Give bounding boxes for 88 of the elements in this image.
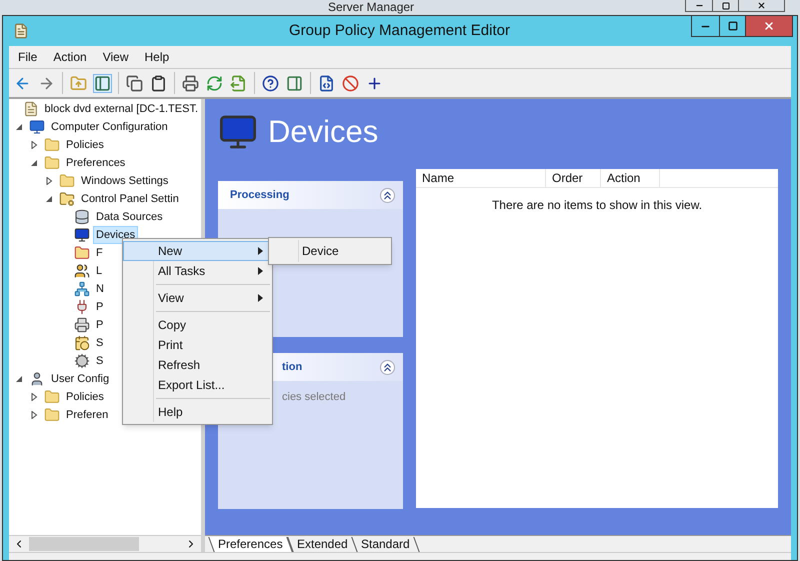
tree-item[interactable]: block dvd external [DC-1.TEST. <box>42 100 201 118</box>
collapse-icon[interactable] <box>380 188 395 202</box>
menu-item[interactable]: Action <box>46 48 94 66</box>
tree-item[interactable]: S <box>93 334 106 352</box>
empty-message: There are no items to show in this view. <box>490 197 704 214</box>
scroll-icon <box>22 101 39 117</box>
menu-item[interactable]: Export List... <box>123 375 272 395</box>
app-icon <box>13 23 29 39</box>
tab[interactable]: Extended <box>286 537 358 552</box>
tree-item[interactable]: User Config <box>48 370 112 388</box>
folder-icon <box>44 137 60 153</box>
tree-item[interactable]: Preferen <box>63 406 112 424</box>
menu-item[interactable]: Copy <box>123 315 272 335</box>
computer-icon <box>74 227 90 243</box>
gear-icon <box>74 353 90 369</box>
tree-item[interactable]: Windows Settings <box>78 172 172 190</box>
tree-item[interactable]: Policies <box>63 388 107 406</box>
copy-icon[interactable] <box>126 74 143 92</box>
paste-icon[interactable] <box>150 74 167 92</box>
folder-icon <box>59 191 75 207</box>
printer-icon[interactable] <box>182 74 199 92</box>
action-pane-icon[interactable] <box>286 74 303 92</box>
maximize-icon <box>728 21 738 31</box>
panel-title: Processing <box>230 188 290 203</box>
tree-item[interactable]: F <box>93 244 106 262</box>
expand-arrow-icon[interactable] <box>30 411 38 419</box>
close-icon <box>763 20 775 32</box>
user-icon <box>29 371 45 387</box>
menu-item[interactable]: Refresh <box>123 355 272 375</box>
collapse-arrow-icon[interactable] <box>15 123 23 131</box>
tree-item[interactable]: Data Sources <box>93 208 166 226</box>
folder-icon <box>59 173 75 189</box>
collapse-arrow-icon[interactable] <box>30 159 38 167</box>
menu-item[interactable]: View <box>96 48 136 66</box>
collapse-arrow-icon[interactable] <box>45 195 53 203</box>
maximize-icon <box>722 2 730 10</box>
tree-item[interactable]: L <box>93 262 106 280</box>
close-icon <box>757 1 766 10</box>
tree-item[interactable]: Computer Configuration <box>48 118 171 136</box>
menu-item[interactable]: All Tasks <box>123 261 272 281</box>
collapse-arrow-icon[interactable] <box>15 375 23 383</box>
scrollbar-thumb[interactable] <box>29 537 139 551</box>
panel-title: tion <box>282 360 302 375</box>
column-header[interactable]: Action <box>601 169 660 187</box>
folder-icon <box>44 155 60 171</box>
export-icon[interactable] <box>230 74 247 92</box>
menu-item[interactable]: File <box>11 48 44 66</box>
expand-arrow-icon[interactable] <box>30 393 38 401</box>
tree-item[interactable]: P <box>93 316 106 334</box>
window-title: Server Manager <box>328 0 414 14</box>
document-icon[interactable] <box>318 74 335 92</box>
tree-item[interactable]: S <box>93 352 106 370</box>
printer-icon <box>74 317 90 333</box>
tree-pane-icon[interactable] <box>94 74 111 92</box>
network-icon <box>74 281 90 297</box>
submenu-arrow-icon <box>258 247 263 255</box>
folder-icon <box>44 389 60 405</box>
tree-item[interactable]: Control Panel Settin <box>78 190 182 208</box>
window-title: Group Policy Management Editor <box>289 20 510 41</box>
database-icon <box>74 209 90 225</box>
tab[interactable]: Preferences <box>208 537 292 552</box>
help-icon[interactable] <box>262 74 279 92</box>
tree-item[interactable]: Policies <box>63 136 107 154</box>
column-header[interactable]: Order <box>546 169 601 187</box>
block-icon[interactable] <box>342 74 359 92</box>
page-heading: Devices <box>268 112 378 151</box>
menu-item[interactable]: View <box>123 288 272 308</box>
menu-item[interactable]: Print <box>123 335 272 355</box>
tree-item[interactable]: P <box>93 298 106 316</box>
horizontal-scrollbar[interactable] <box>9 535 201 552</box>
folder-icon <box>74 245 90 261</box>
submenu-arrow-icon <box>258 294 263 302</box>
submenu-arrow-icon <box>258 267 263 275</box>
refresh-icon[interactable] <box>206 74 223 92</box>
tree-item[interactable]: N <box>93 280 107 298</box>
expand-arrow-icon[interactable] <box>45 177 53 185</box>
calendar-icon <box>74 335 90 351</box>
folder-icon <box>44 407 60 423</box>
tab[interactable]: Standard <box>352 537 420 552</box>
users-icon <box>74 263 90 279</box>
computer-icon <box>29 119 45 135</box>
menu-item[interactable]: Help <box>123 402 272 422</box>
column-header[interactable]: Name <box>416 169 546 187</box>
menu-item[interactable]: Device <box>269 240 391 262</box>
expand-arrow-icon[interactable] <box>30 141 38 149</box>
menu-item[interactable]: Help <box>138 48 176 66</box>
collapse-icon[interactable] <box>380 360 395 374</box>
tree-item[interactable]: Preferences <box>63 154 128 172</box>
